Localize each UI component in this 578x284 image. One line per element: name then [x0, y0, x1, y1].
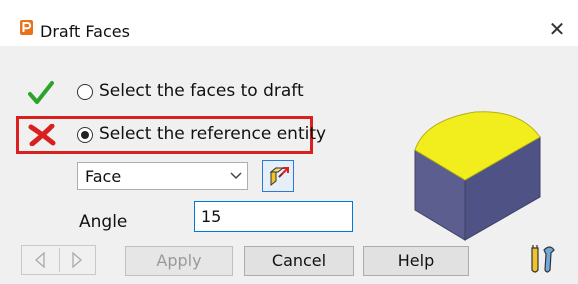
radio-select-faces[interactable] — [77, 84, 93, 100]
radio-label-select-reference[interactable]: Select the reference entity — [99, 124, 326, 144]
close-icon[interactable]: ✕ — [548, 19, 566, 39]
pick-entity-icon — [269, 166, 289, 187]
tools-icon[interactable] — [528, 244, 558, 276]
title-bar: Draft Faces ✕ — [0, 0, 578, 46]
nav-divider — [59, 248, 60, 272]
next-arrow-icon[interactable] — [70, 251, 84, 269]
navigation-buttons — [21, 245, 96, 275]
angle-input[interactable]: 15 — [194, 201, 353, 232]
radio-select-reference[interactable] — [77, 127, 93, 143]
app-logo-icon — [20, 20, 33, 35]
chevron-down-icon — [230, 172, 242, 180]
red-cross-icon — [28, 124, 56, 146]
cancel-button[interactable]: Cancel — [244, 246, 354, 276]
reference-type-value: Face — [85, 167, 122, 186]
radio-label-select-faces[interactable]: Select the faces to draft — [99, 81, 304, 101]
reference-type-dropdown[interactable]: Face — [77, 162, 248, 190]
pick-reference-button[interactable] — [262, 160, 294, 192]
apply-button[interactable]: Apply — [125, 246, 233, 276]
previous-arrow-icon[interactable] — [33, 251, 47, 269]
draft-preview-image — [414, 111, 541, 241]
angle-label: Angle — [79, 212, 128, 232]
window-title: Draft Faces — [40, 22, 130, 41]
green-check-icon — [28, 81, 54, 104]
help-button[interactable]: Help — [363, 246, 469, 276]
